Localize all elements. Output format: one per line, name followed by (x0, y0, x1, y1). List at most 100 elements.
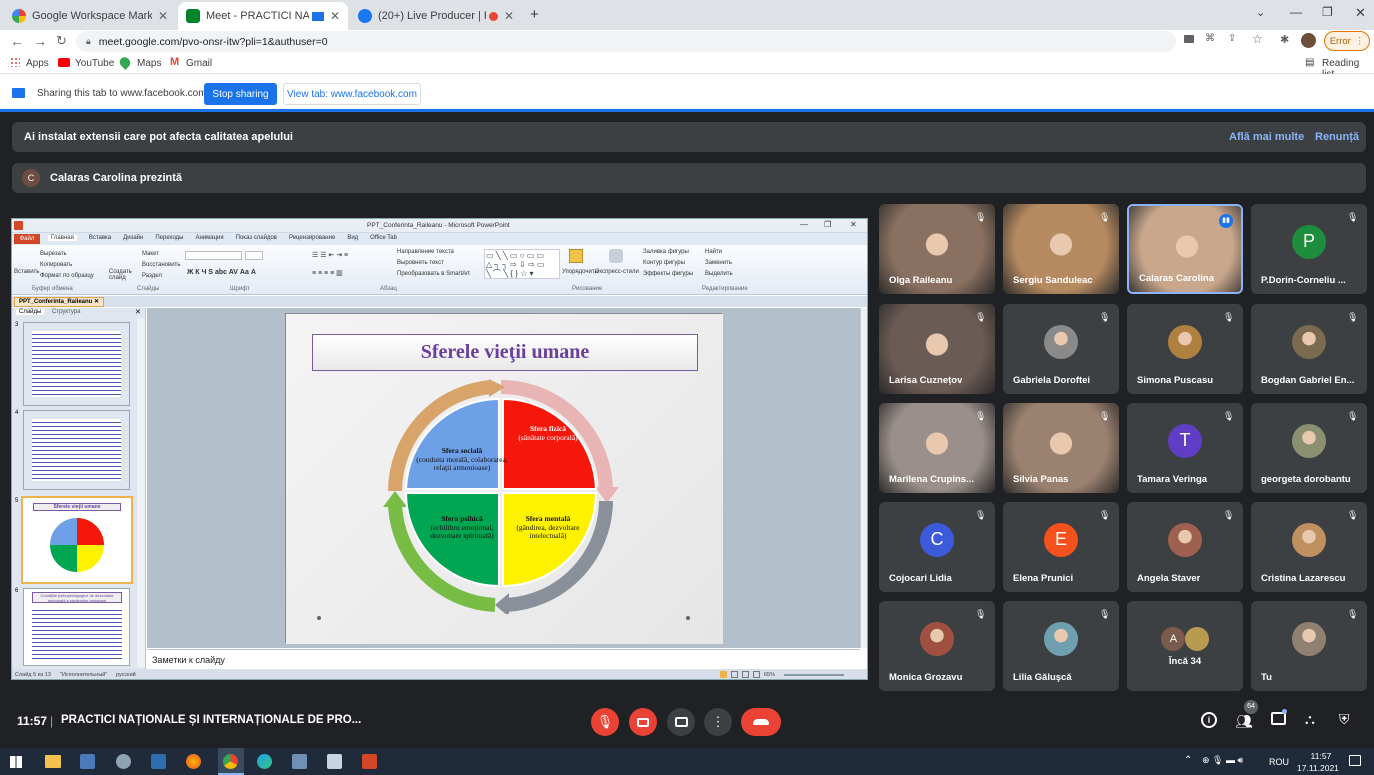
participant-tile[interactable]: A Încă 34 (1127, 601, 1243, 691)
present-button[interactable] (667, 708, 695, 736)
ribbon-replace[interactable]: Заменить (705, 260, 732, 266)
forward-icon[interactable]: → (33, 33, 47, 49)
dismiss-link[interactable]: Renunță (1315, 131, 1359, 143)
close-icon[interactable]: ✕ (330, 9, 340, 23)
slideshow-view-icon[interactable] (753, 671, 760, 678)
font-size-select[interactable] (245, 251, 263, 260)
tab-workspace-marketplace[interactable]: Google Workspace Marketplace ✕ (4, 2, 176, 30)
participant-tile[interactable]: 🎙︎ Sergiu Sandulеac (1003, 204, 1119, 294)
slide-thumbnail-3[interactable] (23, 322, 130, 406)
app-icon[interactable] (80, 754, 95, 769)
ppt-ribbon-tab[interactable]: Вид (347, 235, 358, 241)
bookmark-gmail[interactable]: Gmail (186, 58, 212, 69)
stop-sharing-button[interactable]: Stop sharing (204, 83, 277, 105)
people-icon[interactable]: 👥︎ (1235, 713, 1253, 730)
ppt-ribbon-tab[interactable]: Вставка (89, 235, 111, 241)
list-buttons[interactable]: ☰ ☰ ⇤ ⇥ ≡ (312, 251, 348, 259)
close-icon[interactable]: ✕ (158, 9, 168, 23)
ribbon-cut[interactable]: Вырезать (40, 251, 67, 257)
tab-search-chevron-icon[interactable]: ⌄ (1256, 6, 1265, 19)
bookmark-maps[interactable]: Maps (137, 58, 161, 69)
participant-tile[interactable]: 🎙︎ Larisa Cuznețov (879, 304, 995, 394)
participant-tile[interactable]: C 🎙︎ Cojocari Lidia (879, 502, 995, 592)
ribbon-copy[interactable]: Копировать (40, 262, 72, 268)
ppt-ribbon-tab[interactable]: Переходы (155, 235, 183, 241)
minimize-icon[interactable]: — (1290, 5, 1302, 19)
ribbon-shape-outline[interactable]: Контур фигуры (643, 260, 685, 266)
font-style-buttons[interactable]: Ж К Ч S abc AV Аа A (187, 269, 256, 276)
participant-tile[interactable]: 🎙︎ Bogdan Gabriel En... (1251, 304, 1367, 394)
participant-tile[interactable]: 🎙︎ Silvia Panas (1003, 403, 1119, 493)
reload-icon[interactable]: ↻ (56, 33, 67, 49)
ppt-ribbon-tab[interactable]: Office Tab (370, 235, 397, 241)
participant-tile[interactable]: P 🎙︎ P.Dorin-Corneliu ... (1251, 204, 1367, 294)
app-icon[interactable] (327, 754, 342, 769)
participant-tile[interactable]: 🎙︎ Lilia Găluşcă (1003, 601, 1119, 691)
more-options-button[interactable]: ⋮ (704, 708, 732, 736)
participant-tile[interactable]: 🎙︎ Angela Staver (1127, 502, 1243, 592)
input-language[interactable]: ROU (1269, 757, 1289, 767)
meeting-info-icon[interactable]: i (1201, 712, 1217, 728)
window-close-icon[interactable]: ✕ (1355, 5, 1366, 21)
ribbon-quick-styles[interactable]: Экспресс-стили (595, 269, 639, 275)
ribbon-paste[interactable]: Вставить (14, 269, 39, 275)
share-icon[interactable]: ⇪ (1228, 33, 1236, 44)
camera-icon[interactable] (1184, 35, 1194, 43)
profile-avatar[interactable] (1301, 33, 1316, 48)
leave-call-button[interactable] (741, 708, 781, 736)
tab-meet[interactable]: Meet - PRACTICI NAȚIONALE ✕ (178, 2, 348, 30)
firefox-icon[interactable] (186, 754, 201, 769)
translate-icon[interactable]: ⌘ (1205, 33, 1215, 44)
participant-tile[interactable]: 🎙︎ Gabriela Doroftei (1003, 304, 1119, 394)
back-icon[interactable]: ← (10, 33, 24, 49)
slide-thumbnail-5-selected[interactable]: Sferele vieţii umane (21, 496, 133, 584)
app-icon[interactable] (116, 754, 131, 769)
participant-tile[interactable]: 🎙︎ Olga Raileanu (879, 204, 995, 294)
ppt-ribbon-tab[interactable]: Анимация (195, 235, 223, 241)
show-hidden-icons-chevron[interactable]: ⌃ (1184, 755, 1192, 766)
participant-tile[interactable]: ▮▮ Calaras Carolina (1127, 204, 1243, 294)
ribbon-reset[interactable]: Восстановить (142, 262, 180, 268)
panel-tab-slides[interactable]: Слайды (16, 309, 45, 315)
notifications-icon[interactable] (1349, 755, 1361, 766)
ribbon-new-slide[interactable]: Создать слайд (109, 269, 132, 281)
participant-tile[interactable]: 🎙︎ Marilena Crupins... (879, 403, 995, 493)
participant-tile[interactable]: 🎙︎ Cristina Lazarescu (1251, 502, 1367, 592)
activities-icon[interactable]: ⛬ (1305, 711, 1315, 728)
file-explorer-icon[interactable] (45, 755, 61, 768)
ribbon-layout[interactable]: Макет (142, 251, 159, 257)
align-buttons[interactable]: ≡ ≡ ≡ ≡ ▥ (312, 269, 343, 277)
participant-tile[interactable]: T 🎙︎ Tamara Veringa (1127, 403, 1243, 493)
panel-close-icon[interactable]: ✕ (135, 308, 141, 316)
ribbon-shape-fill[interactable]: Заливка фигуры (643, 249, 689, 255)
host-controls-shield-icon[interactable]: ⛨ (1339, 711, 1350, 728)
bookmark-star-icon[interactable]: ☆ (1252, 32, 1263, 46)
ppt-ribbon-tab[interactable]: Показ слайдов (236, 235, 277, 241)
participant-tile[interactable]: E 🎙︎ Elena Prunici (1003, 502, 1119, 592)
tray-icons[interactable]: ⊕ 🎙︎ ▬ 🔊︎ (1202, 755, 1243, 766)
ppt-ribbon-tab[interactable]: Дизайн (123, 235, 143, 241)
ppt-minimize-icon[interactable]: — (800, 220, 808, 229)
view-tab-button[interactable]: View tab: www.facebook.com (283, 83, 421, 105)
font-name-select[interactable] (185, 251, 242, 260)
ribbon-shape-effects[interactable]: Эффекты фигуры (643, 271, 693, 277)
slide-thumbnail-4[interactable] (23, 410, 130, 490)
ribbon-format-painter[interactable]: Формат по образцу (40, 273, 94, 279)
edge-icon[interactable] (257, 754, 272, 769)
maximize-icon[interactable]: ❐ (1322, 5, 1333, 19)
reading-view-icon[interactable] (742, 671, 749, 678)
extensions-puzzle-icon[interactable]: ✱ (1280, 33, 1289, 46)
ribbon-select[interactable]: Выделить (705, 271, 733, 277)
ppt-close-icon[interactable]: ✕ (850, 220, 857, 229)
slides-panel-scrollbar[interactable] (137, 318, 145, 667)
ppt-file-tab[interactable]: Файл (14, 234, 40, 244)
ppt-ribbon-tab[interactable]: Главная (48, 235, 77, 241)
powerpoint-taskbar-icon[interactable] (362, 754, 377, 769)
app-icon[interactable] (292, 754, 307, 769)
shapes-gallery[interactable]: ▭ ╲ ╲ ▭ ○ ▭ ▭ △ ┐ ┐ ⇨ ⇩ ⇨ ▭ ╲ ⌒ ╲ { } ☆ ▾ (484, 249, 560, 279)
editor-vertical-scrollbar[interactable] (860, 308, 867, 648)
participant-tile[interactable]: 🎙︎ Monica Grozavu (879, 601, 995, 691)
panel-tab-outline[interactable]: Структура (52, 309, 80, 315)
ribbon-align-text[interactable]: Выровнять текст (397, 260, 444, 266)
profile-error-button[interactable]: Error ⋮ (1324, 31, 1370, 51)
